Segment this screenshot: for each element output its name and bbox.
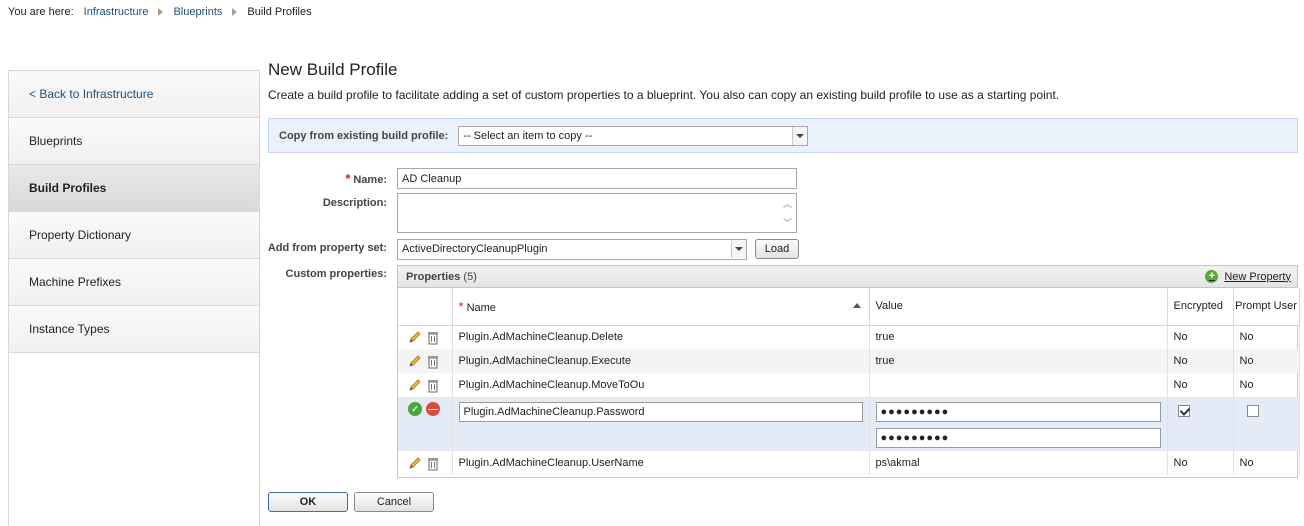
table-row-editing: ✓ — Plugin.AdMachineCleanup.Password ●●●… — [398, 397, 1300, 451]
pencil-icon[interactable] — [408, 378, 422, 392]
property-encrypted: No — [1167, 373, 1234, 397]
sidebar-item-build-profiles[interactable]: Build Profiles — [9, 165, 259, 212]
prompt-user-checkbox[interactable] — [1246, 405, 1259, 417]
properties-title: Properties — [406, 270, 461, 283]
property-value — [869, 373, 1168, 397]
copy-from-label: Copy from existing build profile: — [279, 129, 449, 142]
property-name: Plugin.AdMachineCleanup.MoveToOu — [452, 373, 870, 397]
encrypted-column-header: Encrypted — [1167, 288, 1234, 326]
property-name: Plugin.AdMachineCleanup.Delete — [452, 325, 870, 349]
required-icon: * — [458, 298, 464, 314]
property-set-select[interactable]: ActiveDirectoryCleanupPlugin — [397, 239, 747, 260]
property-set-label: Add from property set: — [267, 242, 387, 254]
property-encrypted: No — [1167, 325, 1234, 349]
value-column-header: Value — [869, 288, 1168, 326]
property-prompt: No — [1233, 349, 1300, 373]
property-value: ps\akmal — [869, 451, 1168, 475]
table-row: Plugin.AdMachineCleanup.MoveToOu No No — [398, 373, 1300, 397]
properties-count: (5) — [463, 270, 477, 283]
sort-ascending-icon[interactable] — [852, 302, 861, 308]
table-row: Plugin.AdMachineCleanup.UserName ps\akma… — [398, 451, 1300, 475]
trash-icon[interactable] — [426, 456, 440, 471]
name-label: * Name: — [345, 171, 387, 186]
new-property-link[interactable]: + New Property — [1205, 270, 1291, 283]
required-icon: * — [345, 171, 351, 186]
prompt-user-column-header: Prompt User — [1233, 288, 1300, 326]
save-row-icon[interactable]: ✓ — [408, 402, 422, 416]
scroll-down-icon: ﹀ — [782, 218, 792, 228]
breadcrumb-current: Build Profiles — [247, 6, 312, 18]
trash-icon[interactable] — [426, 354, 440, 369]
properties-header: Properties (5) + New Property — [398, 266, 1297, 288]
sidebar: < Back to Infrastructure Blueprints Buil… — [8, 70, 260, 526]
properties-table: * Name Value Encrypted Prompt User Plugin… — [398, 288, 1300, 475]
breadcrumb-prefix: You are here: — [8, 6, 74, 18]
breadcrumb-infrastructure[interactable]: Infrastructure — [84, 6, 149, 18]
property-set-value: ActiveDirectoryCleanupPlugin — [402, 243, 548, 255]
chevron-down-icon[interactable] — [792, 126, 808, 145]
breadcrumb-separator-icon — [158, 8, 164, 16]
property-prompt: No — [1233, 451, 1300, 475]
scroll-up-icon: ︿ — [782, 199, 792, 209]
trash-icon[interactable] — [426, 330, 440, 345]
main-content: New Build Profile Create a build profile… — [268, 58, 1298, 102]
copy-from-bar: Copy from existing build profile: -- Sel… — [268, 118, 1298, 153]
sidebar-item-blueprints[interactable]: Blueprints — [9, 118, 259, 165]
breadcrumb-blueprints[interactable]: Blueprints — [173, 6, 222, 18]
load-button[interactable]: Load — [755, 239, 799, 259]
property-value-input[interactable]: ●●●●●●●●● — [875, 402, 1161, 422]
property-value-confirm-input[interactable]: ●●●●●●●●● — [875, 428, 1161, 448]
actions-header — [398, 288, 453, 326]
property-encrypted: No — [1167, 349, 1234, 373]
cancel-button[interactable]: Cancel — [354, 492, 434, 512]
pencil-icon[interactable] — [408, 456, 422, 470]
sidebar-item-machine-prefixes[interactable]: Machine Prefixes — [9, 259, 259, 306]
custom-properties-label: Custom properties: — [285, 268, 387, 280]
property-prompt: No — [1233, 325, 1300, 349]
sidebar-item-property-dictionary[interactable]: Property Dictionary — [9, 212, 259, 259]
pencil-icon[interactable] — [408, 354, 422, 368]
pencil-icon[interactable] — [408, 330, 422, 344]
copy-from-value: -- Select an item to copy -- — [463, 129, 593, 142]
trash-icon[interactable] — [426, 378, 440, 393]
scrollbar[interactable]: ︿ ﹀ — [780, 195, 795, 231]
table-row: Plugin.AdMachineCleanup.Delete true No N… — [398, 325, 1300, 349]
copy-from-select[interactable]: -- Select an item to copy -- — [458, 125, 809, 146]
property-value: true — [869, 325, 1168, 349]
property-value: true — [869, 349, 1168, 373]
encrypted-checkbox[interactable] — [1177, 405, 1190, 417]
breadcrumb-separator-icon — [232, 8, 238, 16]
cancel-row-icon[interactable]: — — [426, 402, 440, 416]
name-field[interactable]: AD Cleanup — [397, 168, 797, 189]
breadcrumb: You are here: Infrastructure Blueprints … — [8, 6, 312, 18]
description-field[interactable]: ︿ ﹀ — [397, 193, 797, 233]
back-to-infrastructure-link[interactable]: < Back to Infrastructure — [9, 71, 259, 118]
chevron-down-icon[interactable] — [731, 240, 746, 258]
ok-button[interactable]: OK — [268, 492, 348, 512]
add-icon: + — [1205, 270, 1219, 283]
page-subtitle: Create a build profile to facilitate add… — [268, 88, 1060, 102]
table-row: Plugin.AdMachineCleanup.Execute true No … — [398, 349, 1300, 373]
property-encrypted: No — [1167, 451, 1234, 475]
properties-grid: Properties (5) + New Property * Name Valu… — [397, 265, 1300, 478]
property-name: Plugin.AdMachineCleanup.Execute — [452, 349, 870, 373]
property-name-input[interactable]: Plugin.AdMachineCleanup.Password — [458, 402, 863, 422]
page-title: New Build Profile — [268, 60, 398, 79]
name-column-header[interactable]: * Name — [452, 288, 870, 326]
sidebar-item-instance-types[interactable]: Instance Types — [9, 306, 259, 353]
property-prompt: No — [1233, 373, 1300, 397]
description-label: Description: — [322, 197, 387, 209]
property-name: Plugin.AdMachineCleanup.UserName — [452, 451, 870, 475]
